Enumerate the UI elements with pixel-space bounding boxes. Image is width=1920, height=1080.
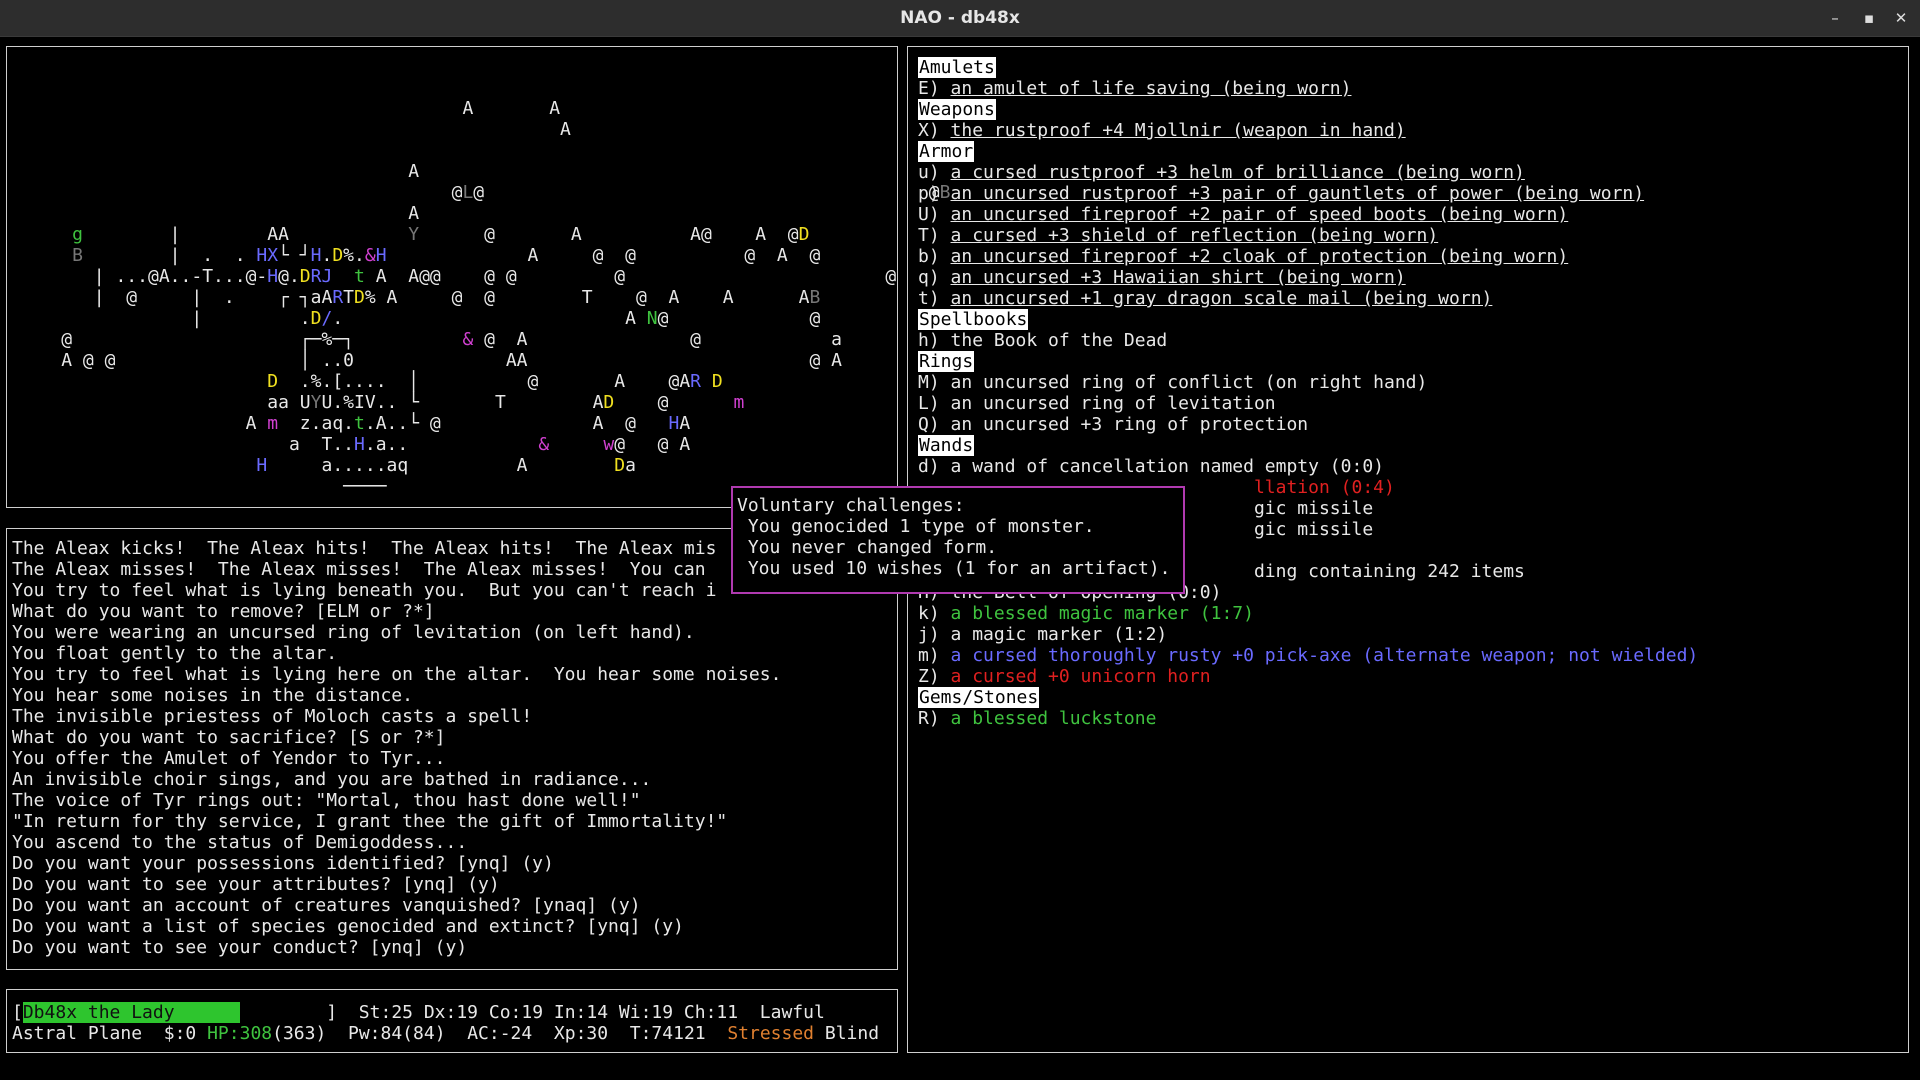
message-line: The Aleax misses! The Aleax misses! The … xyxy=(12,559,706,580)
maximize-button[interactable]: ▪ xyxy=(1854,0,1884,36)
map-row: @L@ @B xyxy=(451,182,951,203)
status-line-1: [Db48x the Lady ] St:25 Dx:19 Co:19 In:1… xyxy=(12,1002,825,1023)
message-line: You try to feel what is lying beneath yo… xyxy=(12,580,717,601)
inventory-category-header: Amulets xyxy=(918,57,996,78)
inventory-item[interactable]: u) a cursed rustproof +3 helm of brillia… xyxy=(918,162,1525,183)
inventory-item[interactable]: h) the Book of the Dead xyxy=(918,330,1167,351)
inventory-item[interactable]: L) an uncursed ring of levitation xyxy=(918,393,1276,414)
message-window: The Aleax kicks! The Aleax hits! The Ale… xyxy=(6,528,898,970)
inventory-item[interactable]: T) a cursed +3 shield of reflection (bei… xyxy=(918,225,1438,246)
status-other: Pw:84(84) AC:-24 Xp:30 T:74121 xyxy=(348,1023,706,1044)
map-row: A @ @ │ ..0 AA @ A xyxy=(61,350,842,371)
inventory-item[interactable]: R) a blessed luckstone xyxy=(918,708,1156,729)
map-row: D .%.[.... │ @ A @AR D xyxy=(267,371,723,392)
message-line: Do you want your possessions identified?… xyxy=(12,853,554,874)
message-line: The Aleax kicks! The Aleax hits! The Ale… xyxy=(12,538,717,559)
map-row: A A xyxy=(462,98,561,119)
inventory-category-header: Armor xyxy=(918,141,975,162)
status-stats: ] St:25 Dx:19 Co:19 In:14 Wi:19 Ch:11 La… xyxy=(326,1002,825,1023)
map-row: @ ┌─%─┐ & @ A @ a xyxy=(61,329,842,350)
category-label: Armor xyxy=(918,141,975,162)
window-titlebar: NAO - db48x – ▪ ✕ xyxy=(0,0,1920,37)
popup-title: Voluntary challenges: xyxy=(737,495,965,516)
inventory-item[interactable]: t) an uncursed +1 gray dragon scale mail… xyxy=(918,288,1492,309)
map-window[interactable]: A A A A @L@ @B A g | AA Y @ A A@ A @D B … xyxy=(6,46,950,508)
category-label: Amulets xyxy=(918,57,996,78)
message-line: "In return for thy service, I grant thee… xyxy=(12,811,728,832)
message-line: What do you want to remove? [ELM or ?*] xyxy=(12,601,435,622)
inventory-item[interactable]: m) a cursed thoroughly rusty +0 pick-axe… xyxy=(918,645,1698,666)
inventory-category-header: Rings xyxy=(918,351,975,372)
popup-line: You used 10 wishes (1 for an artifact). xyxy=(737,558,1171,579)
hit-points: HP:308 xyxy=(207,1023,273,1044)
voluntary-challenges-popup[interactable]: Voluntary challenges: You genocided 1 ty… xyxy=(731,486,1185,594)
message-line: Do you want a list of species genocided … xyxy=(12,916,684,937)
map-row: | .D/. A N@ @ xyxy=(191,308,821,329)
category-label: Spellbooks xyxy=(918,309,1029,330)
category-label: Weapons xyxy=(918,99,996,120)
status-line-2: Astral Plane $:0 HP:308(363) Pw:84(84) A… xyxy=(12,1023,879,1044)
map-row: g | AA Y @ A A@ A @D xyxy=(72,224,810,245)
message-line: Do you want to see your conduct? [ynq] (… xyxy=(12,937,468,958)
message-line: Do you want to see your attributes? [ynq… xyxy=(12,874,500,895)
message-line: You offer the Amulet of Yendor to Tyr... xyxy=(12,748,446,769)
inventory-item[interactable]: b) an uncursed fireproof +2 cloak of pro… xyxy=(918,246,1568,267)
inventory-category-header: Gems/Stones xyxy=(918,687,1040,708)
inventory-item[interactable]: Q) an uncursed +3 ring of protection xyxy=(918,414,1308,435)
inventory-item[interactable]: Z) a cursed +0 unicorn horn xyxy=(918,666,1211,687)
popup-line: You genocided 1 type of monster. xyxy=(737,516,1095,537)
inventory-item[interactable]: j) a magic marker (1:2) xyxy=(918,624,1167,645)
hit-points-max: (363) xyxy=(272,1023,327,1044)
inventory-category-header: Wands xyxy=(918,435,975,456)
inventory-category-header: Weapons xyxy=(918,99,996,120)
map-row: | ...@A..-T...@-H@.DRJ t A A@@ @ @ @ @ xyxy=(93,266,897,287)
message-line: The invisible priestess of Moloch casts … xyxy=(12,706,533,727)
message-line: You hear some noises in the distance. xyxy=(12,685,413,706)
category-label: Rings xyxy=(918,351,975,372)
message-line: The voice of Tyr rings out: "Mortal, tho… xyxy=(12,790,641,811)
map-row: ──── xyxy=(343,476,387,497)
dungeon-level: Astral Plane xyxy=(12,1023,143,1044)
map-row: aa UYU.%IV.. └ T AD @ m xyxy=(267,392,745,413)
message-line: You float gently to the altar. xyxy=(12,643,338,664)
map-row: A m z.aq.t.A..└ @ A @ HA xyxy=(245,413,691,434)
message-line: Do you want an account of creatures vanq… xyxy=(12,895,641,916)
message-line: You ascend to the status of Demigoddess.… xyxy=(12,832,468,853)
map-row: | @ | . ┌ ┐aARTD% A @ @ T @ A A AB xyxy=(93,287,821,308)
inventory-item[interactable]: q) an uncursed +3 Hawaiian shirt (being … xyxy=(918,267,1406,288)
minimize-button[interactable]: – xyxy=(1820,0,1850,36)
category-label: Gems/Stones xyxy=(918,687,1040,708)
map-row: H a.....aq A Da xyxy=(256,455,636,476)
status-window: [Db48x the Lady ] St:25 Dx:19 Co:19 In:1… xyxy=(6,989,898,1053)
inventory-item[interactable]: k) a blessed magic marker (1:7) xyxy=(918,603,1254,624)
inventory-category-header: Spellbooks xyxy=(918,309,1029,330)
inventory-item[interactable]: d) a wand of cancellation named empty (0… xyxy=(918,456,1384,477)
map-row: A xyxy=(408,161,420,182)
window-title: NAO - db48x xyxy=(900,8,1020,28)
inventory-item[interactable]: E) an amulet of life saving (being worn) xyxy=(918,78,1351,99)
message-line: What do you want to sacrifice? [S or ?*] xyxy=(12,727,446,748)
message-line: You were wearing an uncursed ring of lev… xyxy=(12,622,695,643)
category-label: Wands xyxy=(918,435,975,456)
inventory-item[interactable]: U) an uncursed fireproof +2 pair of spee… xyxy=(918,204,1568,225)
map-row: A xyxy=(560,119,571,140)
popup-line: You never changed form. xyxy=(737,537,998,558)
stressed-status: Stressed xyxy=(727,1023,815,1044)
gold: $:0 xyxy=(163,1023,197,1044)
close-button[interactable]: ✕ xyxy=(1886,0,1916,36)
inventory-item[interactable]: X) the rustproof +4 Mjollnir (weapon in … xyxy=(918,120,1406,141)
map-row: a T..H.a.. & w@ @ A xyxy=(288,434,691,455)
blind-status: Blind xyxy=(824,1023,880,1044)
hp-bar-name: Db48x the Lady xyxy=(22,1002,175,1023)
message-line: You try to feel what is lying here on th… xyxy=(12,664,782,685)
map-row: A xyxy=(408,203,420,224)
inventory-item[interactable]: p) an uncursed rustproof +3 pair of gaun… xyxy=(918,183,1644,204)
inventory-item[interactable]: M) an uncursed ring of conflict (on righ… xyxy=(918,372,1427,393)
message-line: An invisible choir sings, and you are ba… xyxy=(12,769,652,790)
map-row: B | . . HX└ ┘H.D%.&H A @ @ @ A @ xyxy=(72,245,821,266)
